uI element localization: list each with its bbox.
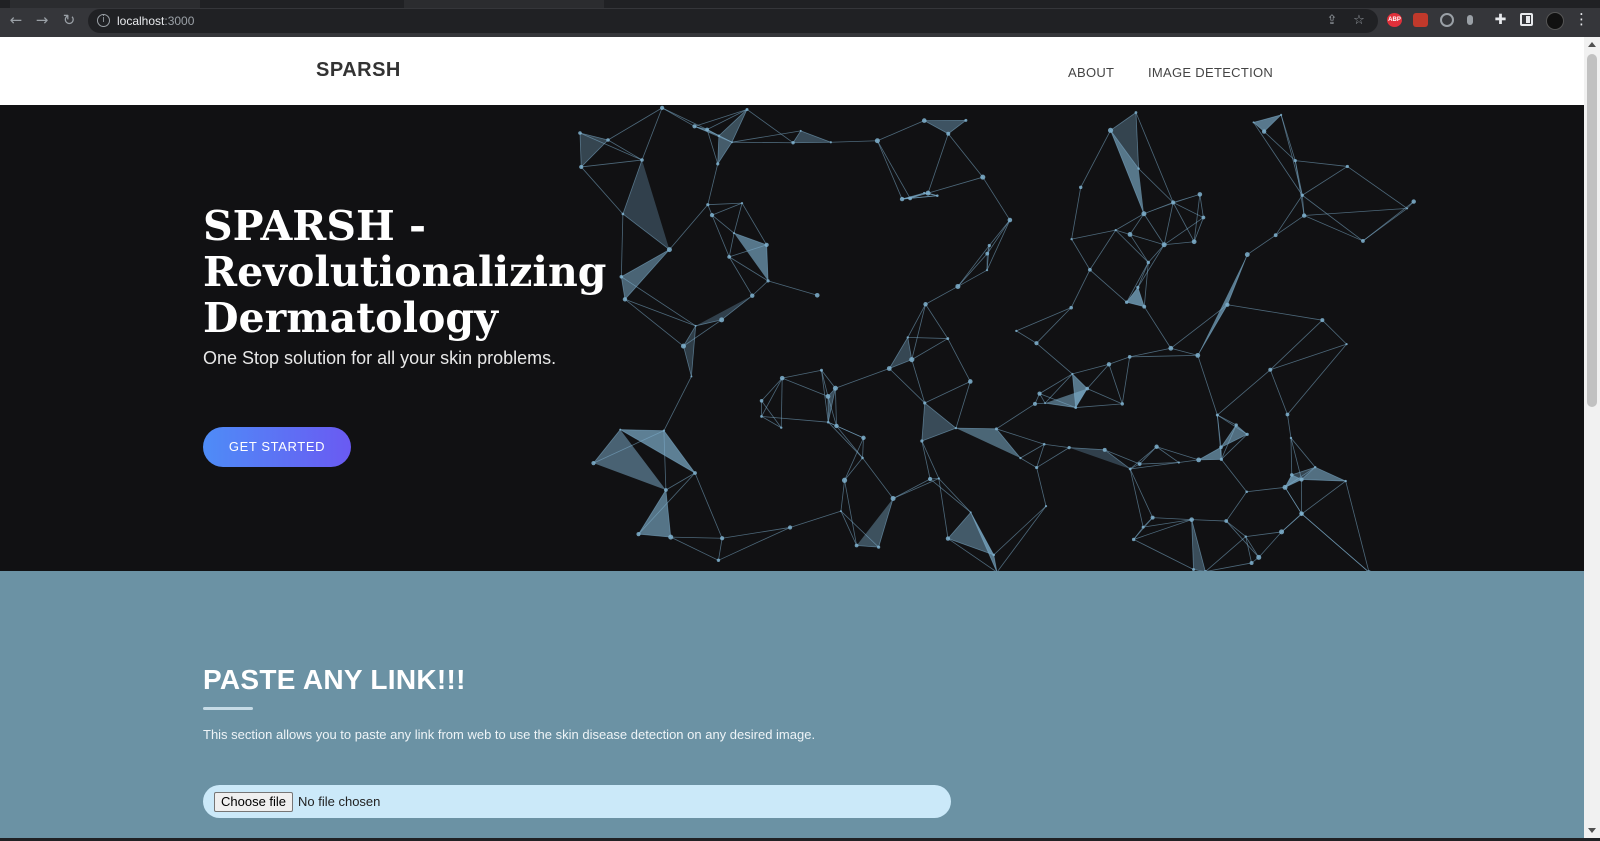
ring-extension-icon[interactable] (1440, 13, 1454, 27)
browser-menu-icon[interactable]: ⋮ (1574, 10, 1589, 28)
browser-toolbar: ← → ↻ i localhost:3000 ⇪ ☆ ABP ✚ ⋮ (0, 0, 1600, 37)
page-viewport: SPARSH ABOUT IMAGE DETECTION SPARSH - Re… (0, 37, 1584, 838)
hero-section: SPARSH - Revolutionalizing Dermatology O… (0, 105, 1584, 571)
url-text[interactable]: localhost:3000 (117, 13, 194, 29)
scroll-down-arrow-icon[interactable] (1588, 828, 1596, 833)
title-underline (203, 707, 253, 710)
site-info-icon[interactable]: i (97, 14, 110, 27)
file-upload-field[interactable]: Choose file No file chosen (203, 785, 951, 818)
url-port: :3000 (164, 14, 195, 28)
get-started-button[interactable]: GET STARTED (203, 427, 351, 467)
section-title: PASTE ANY LINK!!! (203, 664, 466, 695)
browser-tab[interactable] (404, 0, 604, 8)
nav-link-image-detection[interactable]: IMAGE DETECTION (1148, 65, 1273, 80)
nav-link-about[interactable]: ABOUT (1068, 65, 1114, 80)
back-arrow-icon[interactable]: ← (7, 11, 25, 29)
reload-icon[interactable]: ↻ (60, 11, 78, 29)
tab-strip (0, 0, 1600, 8)
url-host: localhost (117, 14, 165, 28)
site-brand[interactable]: SPARSH (316, 59, 401, 82)
hero-title: SPARSH - Revolutionalizing Dermatology (203, 202, 607, 342)
site-header: SPARSH ABOUT IMAGE DETECTION (0, 37, 1584, 105)
section-description: This section allows you to paste any lin… (203, 727, 816, 742)
forward-arrow-icon[interactable]: → (33, 11, 51, 29)
bookmark-star-icon[interactable]: ☆ (1351, 13, 1367, 29)
hero-subtitle: One Stop solution for all your skin prob… (203, 348, 557, 368)
share-icon[interactable]: ⇪ (1324, 13, 1340, 29)
profile-avatar[interactable] (1546, 12, 1564, 30)
choose-file-button[interactable]: Choose file (214, 792, 294, 812)
file-status-text: No file chosen (298, 794, 381, 809)
address-bar[interactable]: i localhost:3000 ⇪ ☆ (88, 9, 1378, 33)
scroll-up-arrow-icon[interactable] (1588, 42, 1596, 47)
page-scrollbar[interactable] (1584, 37, 1600, 838)
gray-extension-icon[interactable] (1467, 15, 1473, 25)
adblock-extension-icon[interactable]: ABP (1387, 13, 1402, 27)
extensions-puzzle-icon[interactable]: ✚ (1493, 13, 1508, 27)
side-panel-icon[interactable] (1520, 13, 1533, 26)
red-extension-icon[interactable] (1413, 13, 1428, 27)
scrollbar-thumb[interactable] (1587, 54, 1597, 407)
paste-link-section: PASTE ANY LINK!!! This section allows yo… (0, 571, 1584, 838)
browser-tab[interactable] (10, 0, 200, 8)
